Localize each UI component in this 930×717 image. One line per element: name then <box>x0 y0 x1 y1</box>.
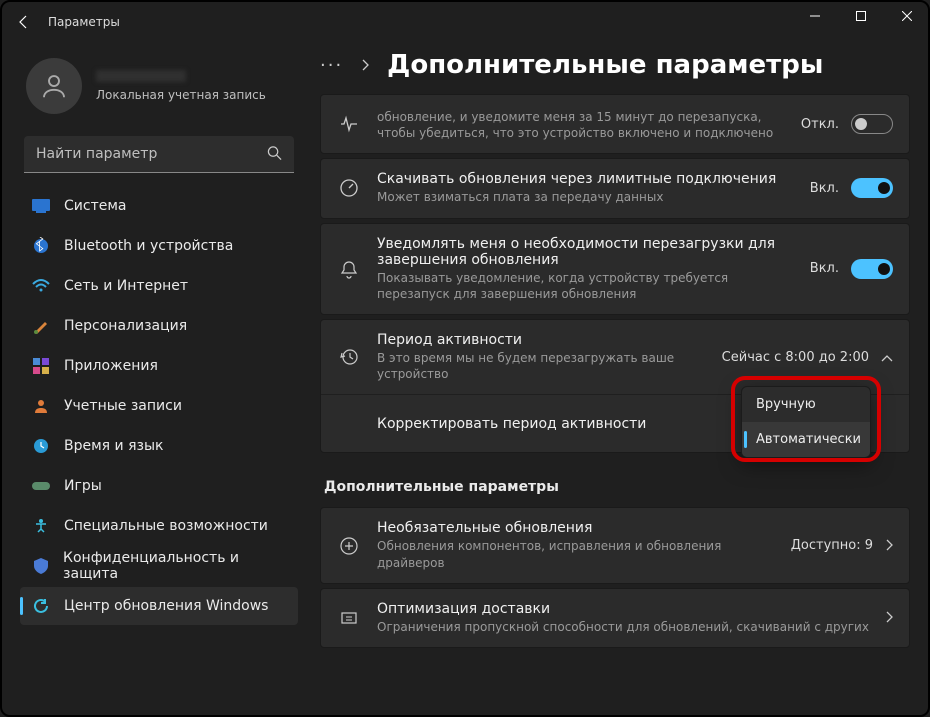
nav: Система Bluetooth и устройства Сеть и Ин… <box>20 187 298 625</box>
chevron-right-icon <box>885 608 893 627</box>
setting-title: Уведомлять меня о необходимости перезагр… <box>377 236 794 268</box>
sidebar: Локальная учетная запись Система Bluetoo… <box>0 44 310 717</box>
accounts-icon <box>32 397 50 415</box>
profile-name-redacted <box>96 70 186 82</box>
optional-updates-count: Доступно: 9 <box>791 538 873 553</box>
window-title: Параметры <box>48 15 120 29</box>
profile-subtitle: Локальная учетная запись <box>96 88 266 102</box>
setting-optional-updates[interactable]: Необязательные обновления Обновления ком… <box>320 507 910 583</box>
close-icon <box>902 11 912 21</box>
search-container <box>24 136 294 173</box>
clock-icon <box>32 437 50 455</box>
minimize-icon <box>810 11 820 21</box>
meter-icon <box>337 178 361 198</box>
sidebar-item-gaming[interactable]: Игры <box>20 467 298 505</box>
nav-label: Центр обновления Windows <box>64 598 268 614</box>
sidebar-item-apps[interactable]: Приложения <box>20 347 298 385</box>
toggle-notify-restart[interactable] <box>851 259 893 279</box>
setting-title: Необязательные обновления <box>377 520 775 536</box>
maximize-button[interactable] <box>838 0 884 32</box>
section-more-options: Дополнительные параметры <box>320 457 910 507</box>
paint-icon <box>32 317 50 335</box>
plus-circle-icon <box>337 536 361 556</box>
avatar <box>26 58 82 114</box>
toggle-restart-asap[interactable] <box>851 114 893 134</box>
nav-label: Учетные записи <box>64 398 182 414</box>
close-button[interactable] <box>884 0 930 32</box>
sidebar-item-personalization[interactable]: Персонализация <box>20 307 298 345</box>
setting-title: Скачивать обновления через лимитные подк… <box>377 171 794 187</box>
setting-desc: Показывать уведомление, когда устройству… <box>377 270 794 302</box>
setting-desc: В это время мы не будем перезагружать ва… <box>377 350 706 382</box>
sidebar-item-system[interactable]: Система <box>20 187 298 225</box>
setting-desc: Ограничения пропускной способности для о… <box>377 619 869 635</box>
breadcrumb-parent-dots[interactable]: ··· <box>320 55 343 76</box>
nav-label: Система <box>64 198 126 214</box>
main-content: ··· Дополнительные параметры обновление,… <box>310 44 930 717</box>
setting-metered[interactable]: Скачивать обновления через лимитные подк… <box>320 158 910 218</box>
setting-active-hours: Период активности В это время мы не буде… <box>320 319 910 453</box>
person-icon <box>39 71 69 101</box>
delivery-icon <box>337 608 361 628</box>
chevron-up-icon <box>881 348 893 367</box>
sidebar-item-network[interactable]: Сеть и Интернет <box>20 267 298 305</box>
dropdown-option-manual[interactable]: Вручную <box>742 387 870 422</box>
minimize-button[interactable] <box>792 0 838 32</box>
nav-label: Bluetooth и устройства <box>64 238 233 254</box>
sidebar-item-time[interactable]: Время и язык <box>20 427 298 465</box>
page-title: Дополнительные параметры <box>387 50 823 80</box>
nav-label: Игры <box>64 478 102 494</box>
chevron-right-icon <box>361 56 369 75</box>
arrow-left-icon <box>16 14 32 30</box>
toggle-state-label: Откл. <box>801 117 839 132</box>
nav-label: Конфиденциальность и защита <box>63 550 286 582</box>
setting-desc: обновление, и уведомите меня за 15 минут… <box>377 109 785 141</box>
active-hours-value: Сейчас с 8:00 до 2:00 <box>722 350 869 365</box>
sidebar-item-bluetooth[interactable]: Bluetooth и устройства <box>20 227 298 265</box>
search-icon <box>267 145 282 164</box>
breadcrumb: ··· Дополнительные параметры <box>320 44 910 94</box>
sidebar-item-accessibility[interactable]: Специальные возможности <box>20 507 298 545</box>
update-icon <box>32 597 50 615</box>
nav-label: Сеть и Интернет <box>64 278 188 294</box>
nav-label: Приложения <box>64 358 158 374</box>
back-button[interactable] <box>12 10 36 34</box>
profile-block[interactable]: Локальная учетная запись <box>20 52 298 132</box>
setting-notify-restart[interactable]: Уведомлять меня о необходимости перезагр… <box>320 223 910 315</box>
nav-label: Специальные возможности <box>64 518 268 534</box>
nav-label: Время и язык <box>64 438 163 454</box>
chevron-right-icon <box>885 536 893 555</box>
nav-label: Персонализация <box>64 318 187 334</box>
active-hours-header-row[interactable]: Период активности В это время мы не буде… <box>321 320 909 394</box>
sidebar-item-accounts[interactable]: Учетные записи <box>20 387 298 425</box>
setting-title: Оптимизация доставки <box>377 601 869 617</box>
setting-title: Период активности <box>377 332 706 348</box>
system-icon <box>32 197 50 215</box>
search-input[interactable] <box>24 136 294 173</box>
wifi-icon <box>32 277 50 295</box>
shield-icon <box>32 557 49 575</box>
setting-restart-asap[interactable]: обновление, и уведомите меня за 15 минут… <box>320 94 910 154</box>
activity-icon <box>337 114 361 134</box>
active-hours-dropdown: Вручную Автоматически <box>741 386 871 458</box>
window-controls <box>792 0 930 32</box>
toggle-state-label: Вкл. <box>810 181 839 196</box>
history-icon <box>337 347 361 367</box>
maximize-icon <box>856 11 866 21</box>
accessibility-icon <box>32 517 50 535</box>
setting-desc: Обновления компонентов, исправления и об… <box>377 538 775 570</box>
setting-title: Корректировать период активности <box>377 416 737 432</box>
sidebar-item-privacy[interactable]: Конфиденциальность и защита <box>20 547 298 585</box>
title-bar: Параметры <box>0 0 930 44</box>
toggle-metered[interactable] <box>851 178 893 198</box>
toggle-state-label: Вкл. <box>810 261 839 276</box>
bell-icon <box>337 259 361 279</box>
bluetooth-icon <box>32 237 50 255</box>
setting-desc: Может взиматься плата за передачу данных <box>377 189 794 205</box>
sidebar-item-windows-update[interactable]: Центр обновления Windows <box>20 587 298 625</box>
setting-delivery-optimization[interactable]: Оптимизация доставки Ограничения пропуск… <box>320 588 910 648</box>
dropdown-option-auto[interactable]: Автоматически <box>742 422 870 457</box>
apps-icon <box>32 357 50 375</box>
gaming-icon <box>32 477 50 495</box>
